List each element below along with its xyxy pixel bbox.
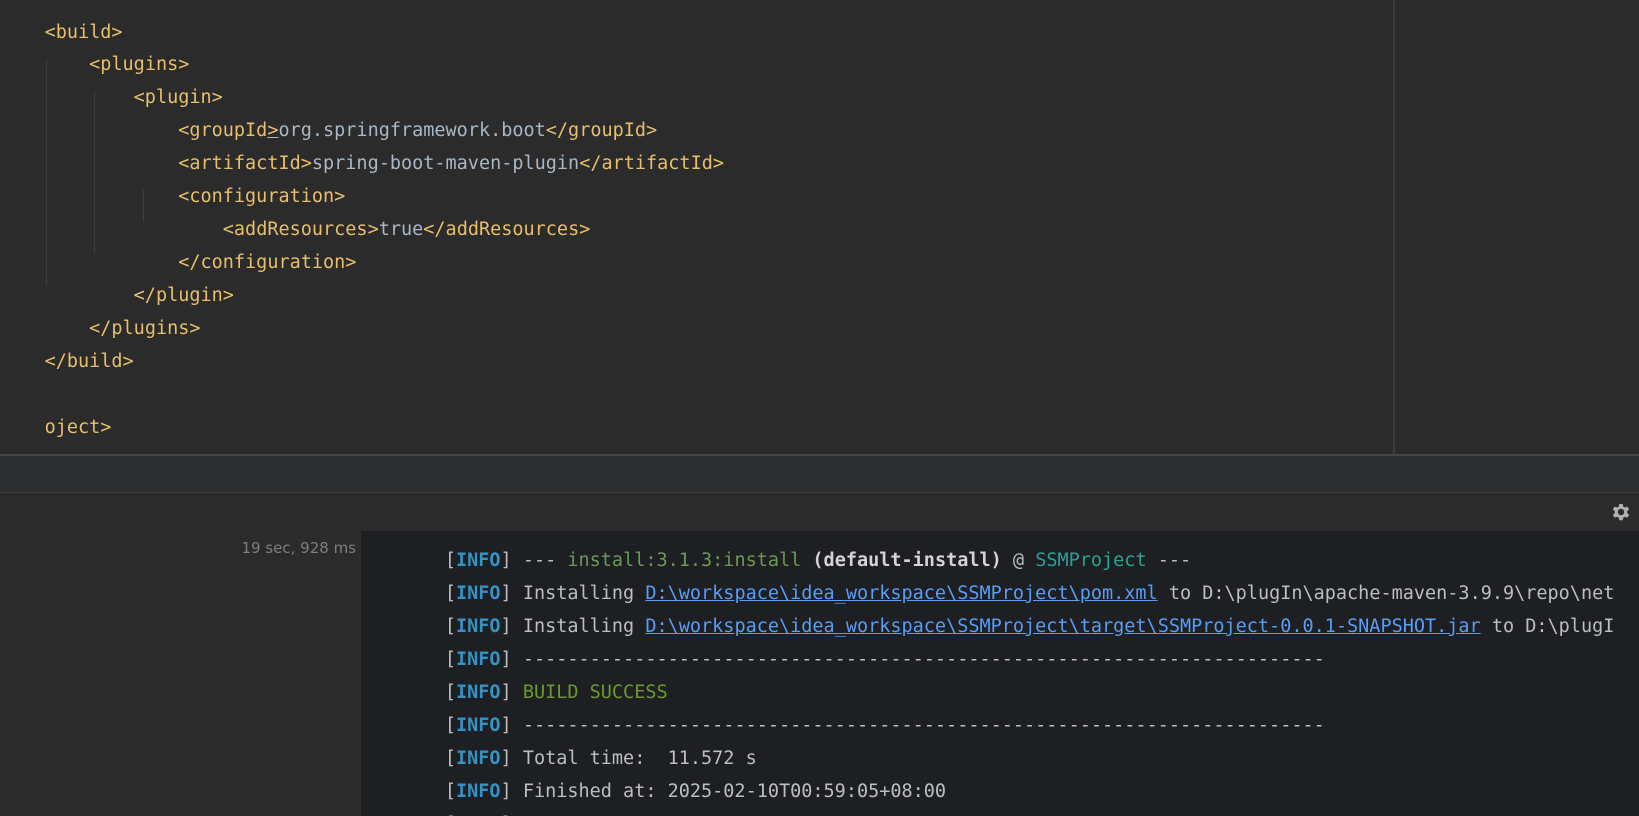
console-line: [INFO] ---------------------------------…: [378, 792, 1325, 816]
xml-text: spring-boot-maven-plugin: [311, 153, 580, 174]
code-line[interactable]: <plugin>: [0, 65, 223, 108]
code-line[interactable]: </plugins>: [0, 296, 200, 339]
console-line: [INFO] ---------------------------------…: [378, 627, 1325, 670]
code-line[interactable]: <addResources>true</addResources>: [0, 197, 591, 240]
tool-window-header: [0, 456, 1639, 493]
console-line: [INFO] --- install:3.1.3:install (defaul…: [378, 531, 1191, 571]
code-line[interactable]: oject>: [0, 395, 112, 438]
xml-close-tag: </addResources>: [423, 219, 591, 240]
right-margin-guide: [1393, 0, 1395, 454]
code-line[interactable]: </configuration>: [0, 230, 356, 273]
console-line: [INFO] Finished at: 2025-02-10T00:59:05+…: [378, 759, 946, 802]
console-line: [INFO] BUILD SUCCESS: [378, 660, 668, 703]
xml-tag: </build>: [44, 351, 134, 372]
xml-text: true: [378, 219, 424, 240]
console-line: [INFO] Installing D:\workspace\idea_work…: [378, 561, 1615, 604]
run-tool-window: 19 sec, 928 ms [INFO] --- install:3.1.3:…: [0, 493, 1639, 816]
code-line[interactable]: [0, 362, 45, 395]
console-output[interactable]: [INFO] --- install:3.1.3:install (defaul…: [361, 531, 1639, 816]
code-line[interactable]: <plugins>: [0, 32, 189, 75]
elapsed-time: 19 sec, 928 ms: [241, 539, 356, 557]
code-line[interactable]: <configuration>: [0, 164, 345, 207]
code-line[interactable]: </plugin>: [0, 263, 234, 306]
xml-close-tag: </artifactId>: [579, 153, 724, 174]
code-line[interactable]: <groupId>org.springframework.boot</group…: [0, 98, 657, 141]
console-line: [INFO] Installing D:\workspace\idea_work…: [378, 594, 1615, 637]
code-line[interactable]: <build>: [0, 0, 123, 43]
console-line: [INFO] Total time: 11.572 s: [378, 726, 757, 769]
console-line: [INFO] ---------------------------------…: [378, 693, 1325, 736]
xml-tag: oject>: [44, 417, 112, 438]
console-text: to D:\plugI: [1480, 616, 1615, 637]
gear-icon[interactable]: [1609, 500, 1633, 524]
code-editor[interactable]: <build> <plugins> <plugin> <groupId>org.…: [0, 0, 1639, 454]
code-line[interactable]: </build>: [0, 329, 134, 372]
build-tree-pane[interactable]: 19 sec, 928 ms: [0, 531, 360, 816]
code-line[interactable]: <artifactId>spring-boot-maven-plugin</ar…: [0, 131, 724, 174]
